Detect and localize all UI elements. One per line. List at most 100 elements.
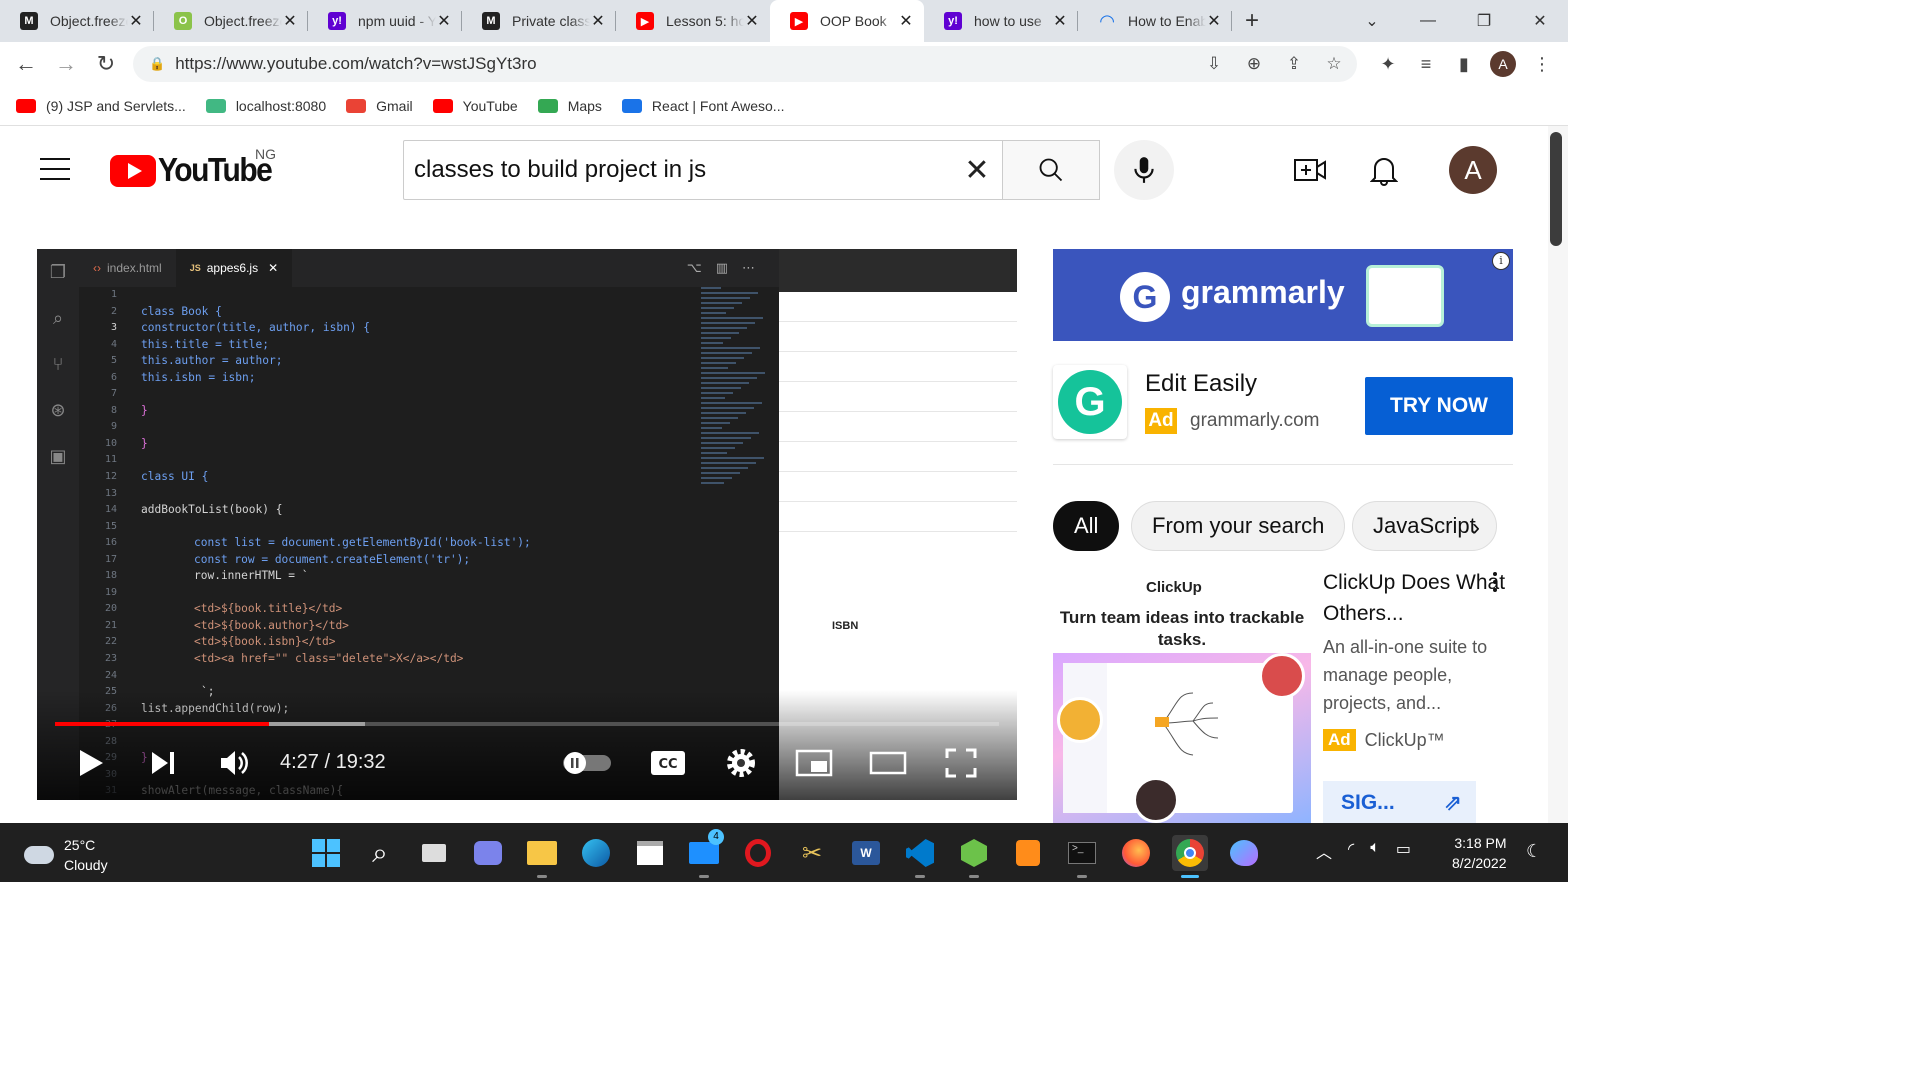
- next-video-button[interactable]: [145, 745, 181, 781]
- nodejs-icon[interactable]: [956, 835, 992, 878]
- close-window-button[interactable]: ✕: [1512, 0, 1568, 42]
- clickup-ad-thumbnail[interactable]: ClickUp Turn team ideas into trackable t…: [1053, 567, 1311, 823]
- notification-center-icon[interactable]: ☾: [1526, 841, 1542, 862]
- edge-icon[interactable]: [578, 835, 614, 871]
- video-progress-bar[interactable]: [55, 722, 999, 726]
- share-icon[interactable]: ⇪: [1279, 54, 1309, 74]
- bookmark-item[interactable]: YouTube: [432, 98, 518, 114]
- tools-icon[interactable]: ✂: [794, 835, 830, 871]
- bookmark-item[interactable]: Gmail: [346, 98, 413, 114]
- fullscreen-button[interactable]: [943, 745, 979, 781]
- chrome-icon[interactable]: [1172, 835, 1208, 878]
- opera-icon[interactable]: [740, 835, 776, 871]
- back-button[interactable]: ←: [6, 51, 46, 77]
- miniplayer-button[interactable]: [795, 745, 833, 781]
- firefox-icon[interactable]: [1118, 835, 1154, 871]
- close-tab-icon[interactable]: ✕: [898, 11, 914, 31]
- filter-chip[interactable]: From your search: [1131, 501, 1346, 551]
- browser-tab[interactable]: ▶ OOP Book ✕: [770, 0, 924, 42]
- show-hidden-icons-chevron-icon[interactable]: ︿: [1316, 839, 1332, 863]
- bookmark-item[interactable]: Maps: [537, 98, 602, 114]
- settings-button[interactable]: [723, 745, 759, 781]
- grammarly-banner-ad[interactable]: G grammarly i: [1053, 249, 1513, 341]
- scrollbar-thumb[interactable]: [1550, 132, 1562, 246]
- browser-tab[interactable]: M Private class ✕: [462, 0, 616, 42]
- reload-button[interactable]: ↻: [86, 51, 126, 77]
- close-tab-icon[interactable]: ✕: [1206, 11, 1222, 31]
- profile-avatar[interactable]: A: [1490, 51, 1516, 77]
- restore-button[interactable]: ❐: [1456, 0, 1512, 42]
- install-icon[interactable]: ⇩: [1199, 54, 1229, 74]
- extensions-icon[interactable]: ✦: [1376, 54, 1400, 75]
- notifications-button[interactable]: [1364, 152, 1404, 188]
- search-input[interactable]: classes to build project in js: [414, 156, 952, 184]
- taskbar-search-icon[interactable]: ⌕: [362, 835, 398, 871]
- url-text[interactable]: https://www.youtube.com/watch?v=wstJSgYt…: [175, 54, 536, 74]
- mail-icon[interactable]: 4: [686, 829, 724, 878]
- media-player-icon[interactable]: [1010, 835, 1046, 871]
- bookmark-star-icon[interactable]: ☆: [1319, 54, 1349, 74]
- media-control-icon[interactable]: ≡: [1414, 54, 1438, 75]
- start-button[interactable]: [308, 835, 344, 871]
- microsoft-store-icon[interactable]: [632, 835, 668, 871]
- chips-next-arrow-icon[interactable]: ›: [1461, 503, 1491, 553]
- browser-tab[interactable]: O Object.freeze ✕: [154, 0, 308, 42]
- search-box[interactable]: classes to build project in js ✕: [403, 140, 1003, 200]
- browser-tab[interactable]: y! how to use ✕: [924, 0, 1078, 42]
- close-tab-icon[interactable]: ✕: [128, 11, 144, 31]
- grammarly-ad-card[interactable]: G Edit Easily Ad grammarly.com TRY NOW: [1053, 365, 1513, 441]
- search-button[interactable]: [1002, 140, 1100, 200]
- hamburger-menu-icon[interactable]: [40, 158, 70, 180]
- file-explorer-icon[interactable]: [524, 835, 560, 878]
- close-tab-icon[interactable]: ✕: [1052, 11, 1068, 31]
- video-player[interactable]: ❐ ⌕ ⑂ ⊛ ▣ ‹› index.html JS appes6.js ✕ ⌥▥⋯ …: [37, 249, 1017, 800]
- new-tab-button[interactable]: +: [1232, 0, 1272, 42]
- zoom-icon[interactable]: ⊕: [1239, 54, 1269, 74]
- play-button[interactable]: [73, 745, 109, 781]
- create-video-button[interactable]: [1290, 152, 1330, 188]
- bookmark-item[interactable]: (9) JSP and Servlets...: [16, 98, 186, 114]
- sign-up-button[interactable]: SIG... ⇗: [1323, 781, 1476, 825]
- word-icon[interactable]: W: [848, 835, 884, 871]
- ad-title[interactable]: Edit Easily: [1145, 370, 1257, 398]
- wifi-icon[interactable]: ◜: [1348, 839, 1354, 863]
- browser-tab[interactable]: M Object.freeze ✕: [0, 0, 154, 42]
- bookmark-item[interactable]: localhost:8080: [205, 98, 326, 114]
- forward-button[interactable]: →: [46, 51, 86, 77]
- browser-tab[interactable]: ◠ How to Enable✕: [1078, 0, 1232, 42]
- vscode-icon[interactable]: [902, 835, 938, 878]
- menu-kebab-icon[interactable]: ⋮: [1530, 54, 1554, 75]
- clock[interactable]: 3:18 PM 8/2/2022: [1452, 833, 1507, 873]
- autoplay-toggle[interactable]: [561, 745, 613, 781]
- try-now-button[interactable]: TRY NOW: [1365, 377, 1513, 435]
- theater-mode-button[interactable]: [869, 745, 907, 781]
- address-bar[interactable]: 🔒 https://www.youtube.com/watch?v=wstJSg…: [133, 46, 1357, 82]
- close-tab-icon[interactable]: ✕: [744, 11, 760, 31]
- task-view-icon[interactable]: [416, 835, 452, 871]
- more-options-icon[interactable]: [1485, 572, 1505, 602]
- battery-icon[interactable]: ▭: [1396, 839, 1411, 863]
- weather-widget[interactable]: 25°C Cloudy: [24, 835, 108, 875]
- page-scrollbar[interactable]: [1548, 126, 1568, 823]
- filter-chip[interactable]: All: [1053, 501, 1120, 551]
- paint-icon[interactable]: [1226, 835, 1262, 871]
- bookmark-item[interactable]: React | Font Aweso...: [621, 98, 784, 114]
- youtube-logo[interactable]: YouTube: [110, 152, 273, 189]
- ad-info-icon[interactable]: i: [1492, 252, 1510, 270]
- voice-search-button[interactable]: [1114, 140, 1174, 200]
- speaker-icon[interactable]: 🔈︎: [1370, 839, 1380, 863]
- browser-tab[interactable]: ▶ Lesson 5: how✕: [616, 0, 770, 42]
- clear-search-icon[interactable]: ✕: [952, 153, 1002, 188]
- close-tab-icon[interactable]: ✕: [590, 11, 606, 31]
- close-tab-icon[interactable]: ✕: [282, 11, 298, 31]
- captions-button[interactable]: CC: [649, 745, 687, 781]
- account-avatar[interactable]: A: [1449, 146, 1497, 194]
- minimize-button[interactable]: —: [1400, 0, 1456, 42]
- close-tab-icon[interactable]: ✕: [436, 11, 452, 31]
- side-panel-icon[interactable]: ▮: [1452, 54, 1476, 75]
- terminal-icon[interactable]: >_: [1064, 835, 1100, 878]
- tab-search-chevron-icon[interactable]: ⌄: [1344, 0, 1400, 42]
- mute-button[interactable]: [217, 745, 253, 781]
- browser-tab[interactable]: y! npm uuid - Yahoo✕: [308, 0, 462, 42]
- teams-chat-icon[interactable]: [470, 835, 506, 871]
